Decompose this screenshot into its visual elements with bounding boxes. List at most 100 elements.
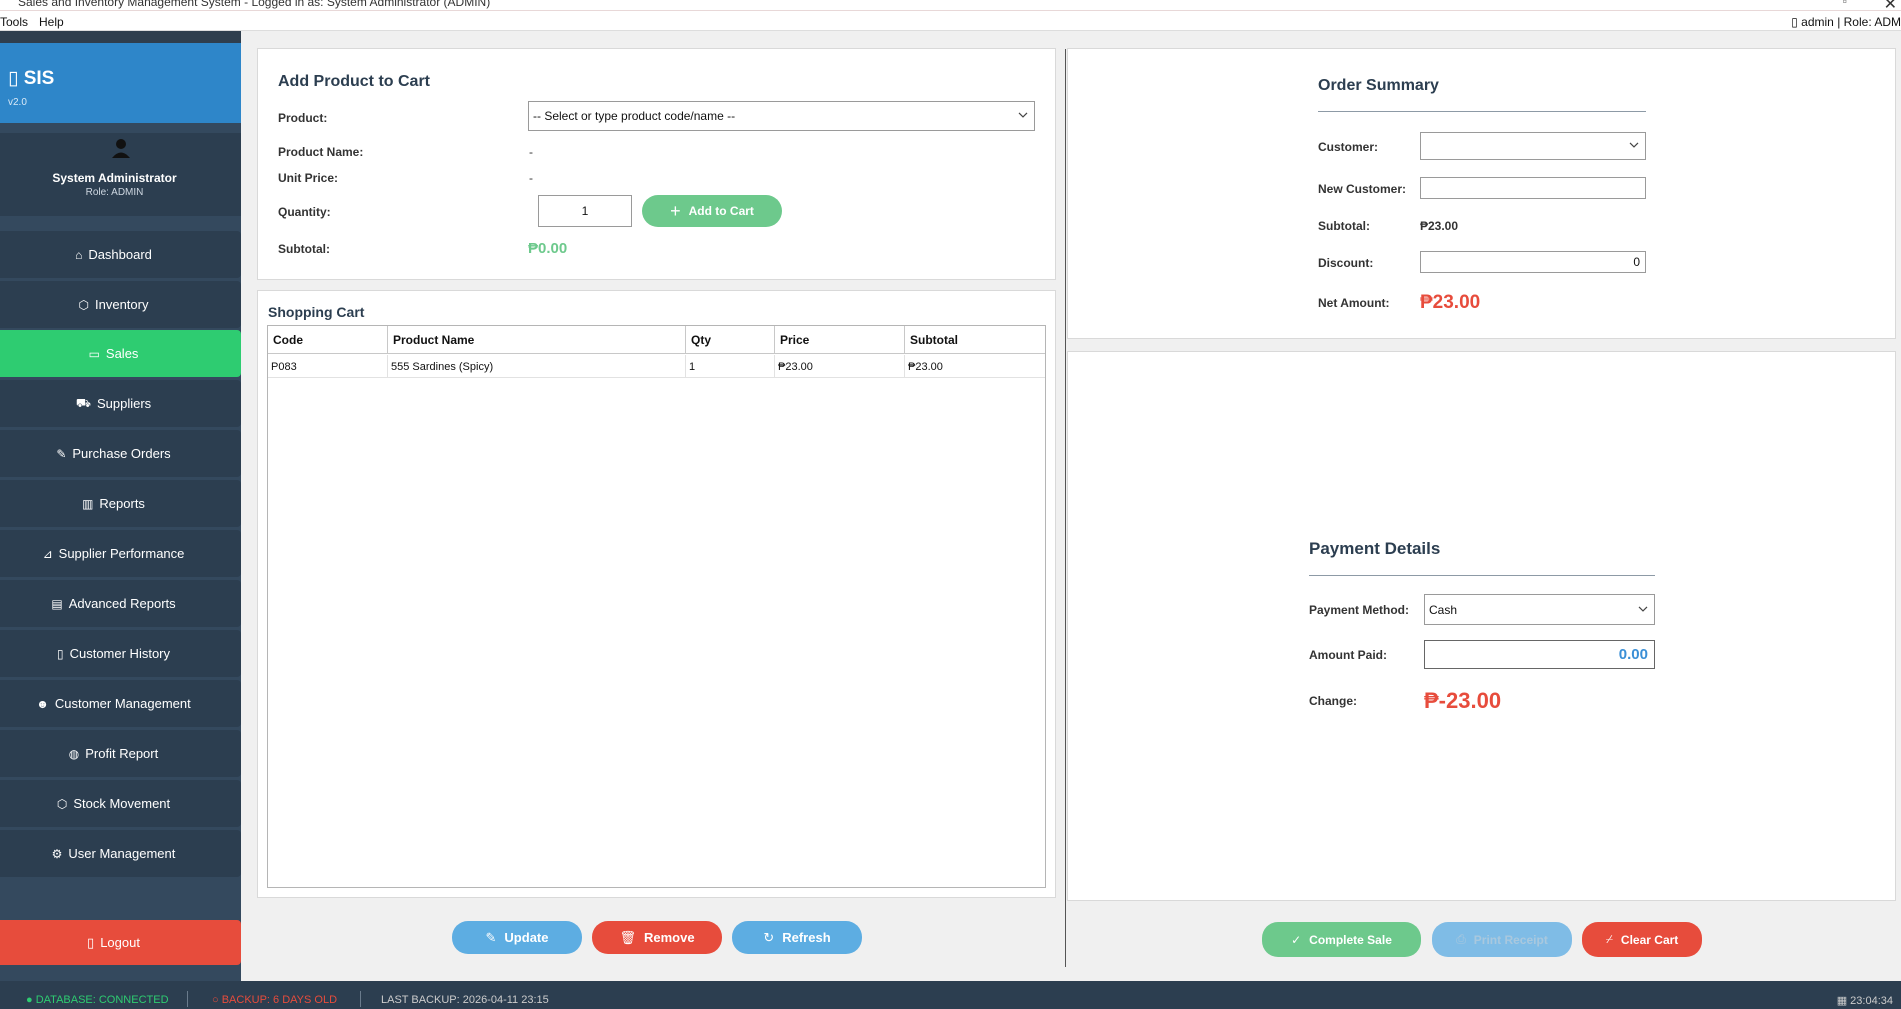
update-button[interactable]: ✎ Update (452, 921, 582, 954)
check-icon: ✓ (1291, 932, 1302, 947)
user-role: Role: ADMIN (85, 187, 144, 198)
users-icon: ☻ (36, 696, 49, 711)
sidebar-item-label: Customer History (69, 646, 171, 661)
sidebar-item-label: Advanced Reports (68, 596, 176, 611)
change-value: ₱-23.00 (1424, 688, 1502, 713)
money-bag-icon: ◍ (68, 746, 80, 761)
printer-icon: ⎙ (1456, 932, 1466, 946)
sidebar: ▯ SIS v2.0 System Administrator Role: AD… (0, 43, 241, 981)
maximize-icon[interactable]: ▫ (1843, 0, 1847, 8)
print-receipt-label: Print Receipt (1473, 932, 1548, 947)
menu-bar: Tools Help ▯ admin | Role: ADM (0, 11, 1901, 31)
print-receipt-button[interactable]: ⎙ Print Receipt (1432, 922, 1572, 957)
order-summary-title: Order Summary (1318, 77, 1439, 94)
amount-paid-input[interactable]: 0.00 (1424, 640, 1655, 669)
cell-qty: 1 (686, 355, 775, 378)
sidebar-top-strip (0, 31, 241, 43)
last-backup: LAST BACKUP: 2026-04-11 23:15 (381, 994, 549, 1006)
sidebar-item-dashboard[interactable]: ⌂ Dashboard (0, 231, 241, 278)
payment-panel (1067, 351, 1896, 901)
discount-input[interactable]: 0 (1420, 251, 1646, 273)
package-icon: ⬡ (56, 796, 68, 811)
discount-label: Discount: (1318, 256, 1374, 270)
product-select[interactable]: -- Select or type product code/name -- (528, 101, 1035, 131)
menu-tools[interactable]: Tools (0, 15, 28, 29)
column-header-subtotal[interactable]: Subtotal (905, 326, 1045, 354)
table-row[interactable]: P083 555 Sardines (Spicy) 1 ₱23.00 ₱23.0… (268, 355, 1045, 378)
app-version: v2.0 (8, 97, 27, 108)
add-to-cart-button[interactable]: + Add to Cart (642, 195, 782, 227)
edit-document-icon: ✎ (56, 446, 67, 461)
sidebar-item-customer-history[interactable]: ▯ Customer History (0, 630, 241, 677)
refresh-button[interactable]: ↻ Refresh (732, 921, 862, 954)
clock: ▦ 23:04:34 (1836, 995, 1893, 1007)
home-icon: ⌂ (75, 247, 83, 262)
sidebar-item-label: Sales (105, 346, 139, 361)
close-window-icon[interactable]: ✕ (1884, 0, 1897, 10)
shopping-cart-title: Shopping Cart (268, 304, 365, 320)
plus-icon: + (670, 200, 681, 221)
customer-select[interactable] (1420, 132, 1646, 160)
sidebar-item-profit-report[interactable]: ◍ Profit Report (0, 730, 241, 777)
cart-table: Code Product Name Qty Price Subtotal P08… (267, 325, 1046, 888)
add-to-cart-label: Add to Cart (688, 204, 754, 218)
column-header-price[interactable]: Price (775, 326, 905, 354)
product-name-value: - (529, 145, 533, 159)
quantity-label: Quantity: (278, 205, 331, 219)
clear-cart-label: Clear Cart (1620, 932, 1679, 947)
window-title-bar: Sales and Inventory Management System - … (0, 0, 1901, 11)
sidebar-item-inventory[interactable]: ⬡ Inventory (0, 281, 241, 328)
column-header-qty[interactable]: Qty (686, 326, 775, 354)
user-profile: System Administrator Role: ADMIN (0, 133, 241, 216)
brand-name: ▯ SIS (8, 68, 55, 89)
sidebar-item-advanced-reports[interactable]: ▤ Advanced Reports (0, 580, 241, 627)
chevron-down-icon (1638, 603, 1648, 614)
summary-subtotal-value: ₱23.00 (1420, 219, 1459, 233)
sidebar-item-customer-management[interactable]: ☻ Customer Management (0, 680, 241, 727)
sidebar-item-label: Purchase Orders (72, 446, 171, 461)
logout-label: Logout (100, 935, 140, 950)
sidebar-item-stock-movement[interactable]: ⬡ Stock Movement (0, 780, 241, 827)
sidebar-item-reports[interactable]: ▥ Reports (0, 480, 241, 527)
payment-method-select[interactable]: Cash (1424, 594, 1655, 625)
subtotal-label: Subtotal: (278, 242, 330, 256)
sidebar-item-supplier-performance[interactable]: ⊿ Supplier Performance (0, 530, 241, 577)
pencil-icon: ✎ (485, 929, 497, 945)
quantity-input[interactable]: 1 (538, 195, 632, 227)
menu-help[interactable]: Help (39, 15, 64, 29)
amount-paid-label: Amount Paid: (1309, 648, 1387, 662)
settings-icon: ⚙ (51, 846, 63, 861)
broom-icon: ⌿ (1605, 932, 1613, 946)
sidebar-item-user-management[interactable]: ⚙ User Management (0, 830, 241, 877)
amount-paid-value: 0.00 (1618, 646, 1648, 663)
complete-sale-button[interactable]: ✓ Complete Sale (1262, 922, 1421, 957)
sidebar-item-suppliers[interactable]: ⛟ Suppliers (0, 380, 241, 427)
sidebar-item-label: Stock Movement (73, 796, 171, 811)
remove-button[interactable]: 🗑 Remove (592, 921, 722, 954)
logout-button[interactable]: ▯ Logout (0, 920, 241, 965)
subtotal-value: ₱0.00 (528, 240, 568, 257)
sidebar-item-label: Profit Report (85, 746, 159, 761)
database-status: ● DATABASE: CONNECTED (26, 994, 169, 1006)
new-customer-input[interactable] (1420, 177, 1646, 199)
user-avatar-icon (0, 137, 241, 165)
bar-chart-icon: ▥ (82, 496, 94, 511)
column-header-code[interactable]: Code (268, 326, 388, 354)
refresh-icon: ↻ (763, 929, 775, 945)
chevron-down-icon (1629, 140, 1639, 151)
column-header-product-name[interactable]: Product Name (388, 326, 686, 354)
receipt-icon: ▯ (56, 646, 64, 661)
credit-card-icon: ▭ (88, 346, 100, 361)
window-title: Sales and Inventory Management System - … (18, 0, 491, 9)
sidebar-item-label: Reports (99, 496, 145, 511)
sidebar-item-sales[interactable]: ▭ Sales (0, 330, 241, 377)
sidebar-item-purchase-orders[interactable]: ✎ Purchase Orders (0, 430, 241, 477)
payment-method-value: Cash (1429, 602, 1458, 617)
remove-label: Remove (643, 930, 695, 945)
brand-header: ▯ SIS v2.0 (0, 43, 241, 123)
clear-cart-button[interactable]: ⌿ Clear Cart (1582, 922, 1702, 957)
net-amount-value: ₱23.00 (1420, 292, 1481, 313)
document-icon: ▤ (51, 596, 63, 611)
unit-price-value: - (529, 171, 533, 185)
chevron-down-icon (1018, 110, 1028, 121)
